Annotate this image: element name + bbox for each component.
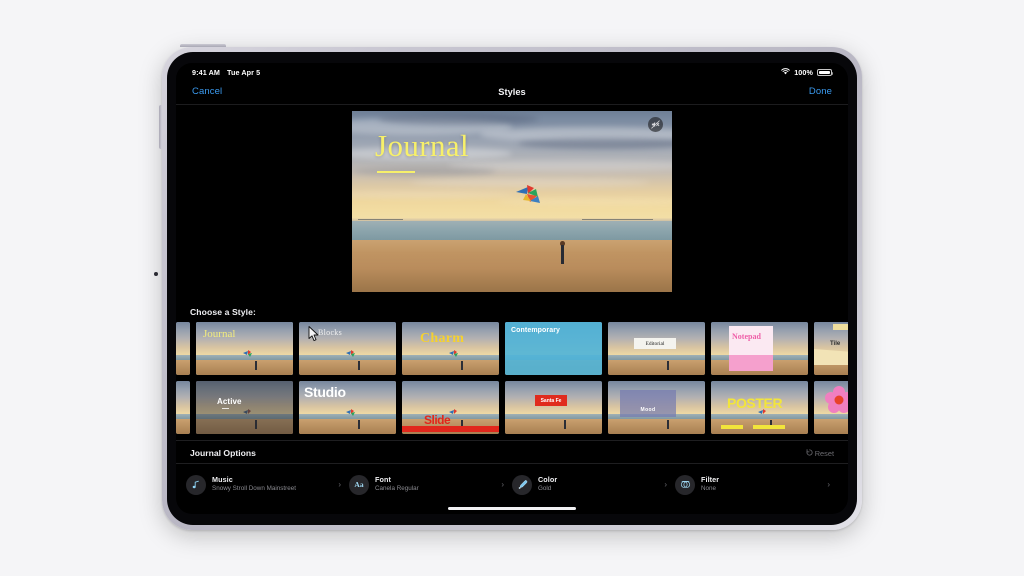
wifi-icon [781,68,791,77]
style-thumb-label: Blocks [318,328,343,337]
status-date: Tue Apr 5 [227,68,261,77]
option-value: None [701,485,717,493]
style-thumb-bloom[interactable] [814,381,848,434]
battery-icon [817,68,834,77]
style-thumb-charm[interactable]: Charm [402,322,499,375]
distant-pier [358,218,404,220]
beach-layer [352,240,672,292]
chevron-right-icon: › [664,480,667,489]
video-preview[interactable]: Journal [352,111,672,292]
options-title: Journal Options [190,448,256,458]
style-thumb-label: Contemporary [511,327,561,334]
style-thumb-active[interactable]: Active [196,381,293,434]
reset-button[interactable]: Reset [806,449,834,458]
sea-layer [352,220,672,241]
option-value: Gold [538,485,552,493]
style-title-text: Journal [375,128,470,163]
home-indicator[interactable] [448,507,576,510]
option-color[interactable]: Color Gold › [512,474,675,495]
style-thumb-label: Mood [640,407,656,413]
style-thumb-studio[interactable]: Studio [299,381,396,434]
style-thumb-journal[interactable]: Journal [196,322,293,375]
option-value: Snowy Stroll Down Mainstreet [212,485,296,493]
speaker-muted-icon[interactable] [648,117,663,132]
power-button[interactable] [180,44,226,47]
style-thumb-partial-left-2[interactable] [176,381,190,434]
style-thumb-label: Tile [830,341,841,347]
style-thumbnail-row-2[interactable]: Active Studio Slide Santa Fe Mood POSTER [176,381,848,434]
front-camera [154,272,158,276]
style-thumb-label: Active [217,397,242,406]
kite [514,183,545,206]
ipad-device-frame: 9:41 AM Tue Apr 5 100% Cancel Styles Don… [154,44,862,530]
style-title-underline [377,171,415,173]
style-thumb-mood[interactable]: Mood [608,381,705,434]
font-aa-icon: Aa [349,474,369,495]
style-thumb-label: Editorial [645,340,665,347]
style-thumbnail-row-1[interactable]: Journal Blocks Charm Contemporary Editor… [176,322,848,375]
option-title: Font [375,475,391,485]
cancel-button[interactable]: Cancel [192,86,222,97]
cloud [352,190,519,198]
navigation-bar: Cancel Styles Done [176,79,848,105]
eyedropper-icon [512,474,532,495]
status-bar-left: 9:41 AM Tue Apr 5 [192,68,260,77]
style-thumb-slide[interactable]: Slide [402,381,499,434]
flower-icon [824,385,848,415]
ipad-screen: 9:41 AM Tue Apr 5 100% Cancel Styles Don… [176,63,848,514]
style-thumb-partial-left[interactable] [176,322,190,375]
style-thumb-editorial[interactable]: Editorial [608,322,705,375]
done-button[interactable]: Done [809,86,832,97]
status-bar-right: 100% [781,68,834,77]
option-filter[interactable]: Filter None › [675,474,838,495]
option-value: Canela Regular [375,485,419,493]
style-thumb-santa-fe[interactable]: Santa Fe [505,381,602,434]
style-thumb-label: Santa Fe [540,397,562,404]
chevron-right-icon: › [338,480,341,489]
choose-style-label: Choose a Style: [190,307,256,317]
chevron-right-icon: › [827,480,830,489]
person-silhouette [559,241,565,265]
preview-area: Journal [176,105,848,298]
style-thumb-label: POSTER [727,395,783,411]
reset-arrow-icon [806,448,813,458]
style-thumb-label: Studio [304,384,346,400]
status-time: 9:41 AM [192,68,220,77]
option-title: Music [212,475,233,485]
style-thumb-poster[interactable]: POSTER [711,381,808,434]
option-font[interactable]: Aa Font Canela Regular › [349,474,512,495]
battery-percent-label: 100% [794,68,813,77]
style-thumb-label: Notepad [732,332,761,341]
style-thumb-label: Charm [420,331,465,346]
option-music[interactable]: Music Snowy Stroll Down Mainstreet › [186,474,349,495]
chevron-right-icon: › [501,480,504,489]
distant-pier [582,218,653,220]
style-thumb-tile[interactable]: Tile [814,322,848,375]
options-header: Journal Options Reset [176,440,848,463]
style-thumb-blocks[interactable]: Blocks [299,322,396,375]
option-title: Color [538,475,558,485]
option-title: Filter [701,475,720,485]
status-bar: 9:41 AM Tue Apr 5 100% [176,63,848,79]
style-thumb-label: Journal [203,328,236,340]
ipad-bezel: 9:41 AM Tue Apr 5 100% Cancel Styles Don… [167,52,857,525]
reset-label: Reset [814,448,834,458]
music-note-icon [186,474,206,495]
volume-button[interactable] [159,105,162,149]
style-thumb-contemporary[interactable]: Contemporary [505,322,602,375]
style-thumb-notepad[interactable]: Notepad [711,322,808,375]
style-thumb-label: Slide [424,413,451,427]
filter-icon [675,474,695,495]
options-row: Music Snowy Stroll Down Mainstreet › Aa … [176,463,848,503]
page-title: Styles [498,86,526,97]
